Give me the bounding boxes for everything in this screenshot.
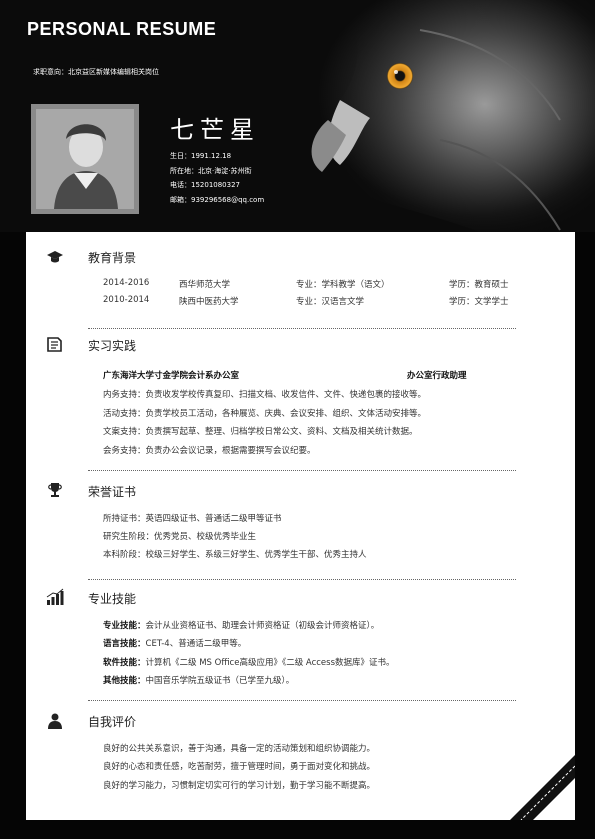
practice-role: 办公室行政助理 xyxy=(407,371,467,381)
section-divider xyxy=(88,579,516,580)
candidate-name: 七芒星 xyxy=(170,116,260,144)
resume-page: PERSONAL RESUME 求职意向：北京益区新媒体编辑相关岗位 七芒星 生… xyxy=(0,0,595,839)
info-phone: 电话：15201080327 xyxy=(170,181,240,189)
practice-item: 文案支持：负责撰写起草、整理、归档学校日常公文、资料、文档及相关统计数据。 xyxy=(103,427,418,437)
edu-major: 专业：学科教学（语文） xyxy=(296,280,390,290)
edu-major: 专业：汉语言文学 xyxy=(296,297,365,307)
resume-title: PERSONAL RESUME xyxy=(27,19,217,39)
person-icon xyxy=(48,713,62,729)
evaluation-item: 良好的学习能力，习惯制定切实可行的学习计划，勤于学习能不断提高。 xyxy=(103,781,376,791)
edu-degree: 学历：教育硕士 xyxy=(449,280,509,290)
section-title-evaluation: 自我评价 xyxy=(88,715,137,729)
practice-organization: 广东海洋大学寸金学院会计系办公室 xyxy=(103,371,240,381)
practice-item: 活动支持：负责学校员工活动，各种展览、庆典、会议安排、组织、文体活动安排等。 xyxy=(103,409,427,419)
section-divider xyxy=(88,328,516,329)
edu-period: 2010-2014 xyxy=(103,295,150,305)
skill-label: 其他技能： xyxy=(103,676,146,686)
skill-text: CET-4、普通话二级甲等。 xyxy=(145,639,247,649)
edu-period: 2014-2016 xyxy=(103,278,150,288)
skill-item: 专业技能：会计从业资格证书、助理会计师资格证（初级会计师资格证）。 xyxy=(103,619,379,631)
skill-text: 计算机《二级 MS Office高级应用》《二级 Access数据库》证书。 xyxy=(145,658,395,668)
skill-item: 软件技能：计算机《二级 MS Office高级应用》《二级 Access数据库》… xyxy=(103,656,395,668)
skill-item: 其他技能：中国音乐学院五级证书（已学至九级）。 xyxy=(103,674,294,686)
evaluation-item: 良好的公共关系意识，善于沟通，具备一定的活动策划和组织协调能力。 xyxy=(103,744,376,754)
skill-label: 软件技能： xyxy=(103,658,146,668)
section-divider xyxy=(88,470,516,471)
skill-text: 会计从业资格证书、助理会计师资格证（初级会计师资格证）。 xyxy=(145,621,380,631)
evaluation-item: 良好的心态和责任感，吃苦耐劳，擅于管理时间，勇于面对变化和挑战。 xyxy=(103,762,376,772)
section-title-skills: 专业技能 xyxy=(88,592,137,606)
skill-label: 语言技能： xyxy=(103,639,146,649)
info-birthday: 生日：1991.12.18 xyxy=(170,152,232,160)
bar-chart-icon xyxy=(46,588,64,605)
edu-school: 陕西中医药大学 xyxy=(179,297,239,307)
trophy-icon xyxy=(48,483,62,497)
section-title-education: 教育背景 xyxy=(88,251,137,265)
graduation-cap-icon xyxy=(47,251,63,263)
info-email: 邮箱：939296568@qq.com xyxy=(170,196,265,204)
job-objective: 求职意向：北京益区新媒体编辑相关岗位 xyxy=(33,68,159,76)
info-location: 所在地：北京·海淀·苏州街 xyxy=(170,167,252,175)
book-icon xyxy=(47,337,62,352)
section-title-practice: 实习实践 xyxy=(88,339,137,353)
skill-label: 专业技能： xyxy=(103,621,146,631)
skill-item: 语言技能：CET-4、普通话二级甲等。 xyxy=(103,637,246,649)
honor-item: 本科阶段：校级三好学生、系级三好学生、优秀学生干部、优秀主持人 xyxy=(103,550,367,560)
practice-item: 内务支持：负责收发学校传真复印、扫描文档、收发信件、文件、快递包裹的接收等。 xyxy=(103,390,427,400)
section-title-honors: 荣誉证书 xyxy=(88,485,137,499)
eagle-image xyxy=(311,0,595,232)
resume-content: 教育背景 2014-2016 西华师范大学 专业：学科教学（语文） 学历：教育硕… xyxy=(26,232,575,820)
honor-item: 所持证书：英语四级证书、普通话二级甲等证书 xyxy=(103,514,282,524)
honor-item: 研究生阶段：优秀党员、校级优秀毕业生 xyxy=(103,532,257,542)
skill-text: 中国音乐学院五级证书（已学至九级）。 xyxy=(145,676,295,686)
edu-school: 西华师范大学 xyxy=(179,280,231,290)
photo-frame xyxy=(31,104,139,214)
corner-stripe-decoration xyxy=(500,745,575,820)
section-divider xyxy=(88,700,516,701)
practice-item: 会务支持：负责办公会议记录，根据需要撰写会议纪要。 xyxy=(103,446,316,456)
edu-degree: 学历：文学学士 xyxy=(449,297,509,307)
profile-photo xyxy=(36,109,134,209)
